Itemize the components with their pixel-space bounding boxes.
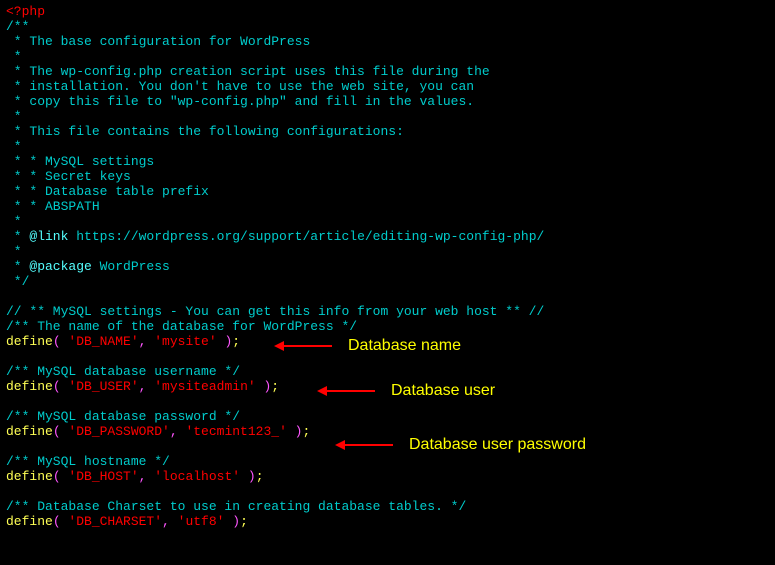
code-line: /** MySQL database password */ — [6, 409, 769, 424]
code-line: * * Secret keys — [6, 169, 769, 184]
code-line: * The wp-config.php creation script uses… — [6, 64, 769, 79]
code-line: * — [6, 49, 769, 64]
annotation-db-user: Database user — [325, 383, 495, 398]
annotation-label: Database name — [348, 338, 461, 353]
code-line: * This file contains the following confi… — [6, 124, 769, 139]
code-line: */ — [6, 274, 769, 289]
annotation-db-name: Database name — [282, 338, 461, 353]
annotation-label: Database user — [391, 383, 495, 398]
code-line — [6, 289, 769, 304]
code-line — [6, 484, 769, 499]
arrow-icon — [282, 345, 332, 347]
code-line: define( 'DB_HOST', 'localhost' ); — [6, 469, 769, 484]
annotation-db-pass: Database user password — [343, 437, 586, 452]
code-line: define( 'DB_CHARSET', 'utf8' ); — [6, 514, 769, 529]
code-line: * — [6, 244, 769, 259]
code-line: /** MySQL hostname */ — [6, 454, 769, 469]
arrow-icon — [343, 444, 393, 446]
code-line: <?php — [6, 4, 769, 19]
code-line: * copy this file to "wp-config.php" and … — [6, 94, 769, 109]
code-line: * * MySQL settings — [6, 154, 769, 169]
code-line: * @package WordPress — [6, 259, 769, 274]
code-line: /** The name of the database for WordPre… — [6, 319, 769, 334]
code-line: * installation. You don't have to use th… — [6, 79, 769, 94]
code-line: * * ABSPATH — [6, 199, 769, 214]
annotation-label: Database user password — [409, 437, 586, 452]
code-line: * The base configuration for WordPress — [6, 34, 769, 49]
code-line: * @link https://wordpress.org/support/ar… — [6, 229, 769, 244]
arrow-icon — [325, 390, 375, 392]
code-line: /** — [6, 19, 769, 34]
code-line: // ** MySQL settings - You can get this … — [6, 304, 769, 319]
code-line: /** Database Charset to use in creating … — [6, 499, 769, 514]
code-line: * — [6, 109, 769, 124]
code-line: * — [6, 139, 769, 154]
code-line: * — [6, 214, 769, 229]
code-line: /** MySQL database username */ — [6, 364, 769, 379]
code-line: * * Database table prefix — [6, 184, 769, 199]
